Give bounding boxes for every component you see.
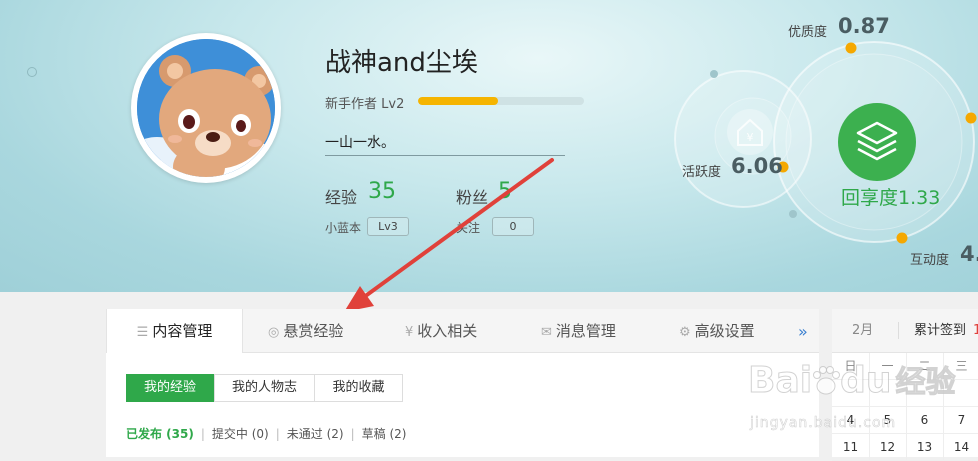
weekday-mon: 一 [869, 353, 907, 380]
tab-label: 消息管理 [555, 322, 616, 340]
motto[interactable]: 一山一水。 [325, 132, 395, 152]
tab-content-management[interactable]: ☰ 内容管理 [106, 309, 243, 353]
gear-icon: ⚙ [679, 325, 691, 340]
reward-icon: ◎ [268, 325, 280, 340]
divider: | [200, 427, 205, 441]
calendar-day [943, 380, 978, 407]
tab-label: 高级设置 [694, 322, 755, 340]
quality-label: 优质度 [788, 25, 828, 40]
avatar[interactable] [131, 33, 281, 183]
tab-reward-experience[interactable]: ◎ 悬赏经验 [268, 309, 343, 352]
signin-calendar: 2月 累计签到 1 日 一 二 三 4 5 6 7 11 12 13 14 [832, 309, 978, 461]
content-panel: ☰ 内容管理 ◎ 悬赏经验 ¥ 收入相关 ✉ 消息管理 ⚙ 高级设置 » 我的经验 我的人… [106, 309, 819, 457]
tab-advanced-settings[interactable]: ⚙ 高级设置 [679, 309, 755, 352]
divider [898, 322, 899, 339]
signin-count: 1 [973, 323, 978, 338]
weekday-wed: 三 [943, 353, 978, 380]
status-filters: 已发布 (35) | 提交中 (0) | 未通过 (2) | 草稿 (2) [126, 425, 406, 442]
calendar-day[interactable]: 6 [906, 407, 944, 434]
divider: | [275, 427, 280, 441]
more-tabs-icon[interactable]: » [798, 309, 808, 352]
signin-label: 累计签到 [914, 323, 967, 338]
calendar-day [869, 380, 907, 407]
filter-draft[interactable]: 草稿 (2) [362, 427, 407, 441]
calendar-day [832, 380, 870, 407]
filter-published[interactable]: 已发布 (35) [126, 427, 194, 441]
filter-submitting[interactable]: 提交中 (0) [212, 427, 269, 441]
tab-messages[interactable]: ✉ 消息管理 [541, 309, 616, 352]
yen-icon: ¥ [405, 325, 414, 340]
tab-label: 悬赏经验 [283, 322, 344, 340]
divider: | [350, 427, 355, 441]
decorative-dot [27, 67, 37, 77]
tab-label: 收入相关 [417, 322, 478, 340]
svg-text:¥: ¥ [747, 131, 754, 144]
profile-header: 战神and尘埃 新手作者 Lv2 一山一水。 经验 35 粉丝 5 小蓝本 Lv… [0, 0, 978, 312]
mail-icon: ✉ [541, 325, 552, 340]
home-icon: ¥ [727, 109, 773, 155]
weekday-tue: 二 [906, 353, 944, 380]
tab-income[interactable]: ¥ 收入相关 [405, 309, 477, 352]
calendar-day[interactable]: 5 [869, 407, 907, 434]
weekday-sun: 日 [832, 353, 870, 380]
quality-value: 0.87 [838, 14, 890, 38]
username: 战神and尘埃 [325, 48, 478, 78]
level-progress-bar [418, 97, 584, 105]
list-icon: ☰ [136, 325, 149, 340]
activity-value: 6.06 [731, 154, 783, 178]
filter-rejected[interactable]: 未通过 (2) [287, 427, 344, 441]
layers-icon[interactable] [838, 103, 916, 181]
calendar-header: 2月 累计签到 1 [832, 309, 978, 353]
calendar-day [906, 380, 944, 407]
red-arrow-annotation [344, 158, 554, 312]
reward-label: 回享度 [841, 187, 899, 209]
activity-label: 活跃度 [682, 165, 722, 180]
author-level: 新手作者 Lv2 [325, 97, 405, 112]
calendar-month[interactable]: 2月 [852, 309, 873, 352]
bear-avatar-image [137, 39, 275, 177]
calendar-day[interactable]: 7 [943, 407, 978, 434]
subtab-my-profiles[interactable]: 我的人物志 [214, 374, 315, 402]
reward-value: 1.33 [898, 187, 941, 209]
interaction-value: 4. [960, 242, 978, 266]
reward-metric: 回享度1.33 [841, 183, 940, 210]
tab-bar: ☰ 内容管理 ◎ 悬赏经验 ¥ 收入相关 ✉ 消息管理 ⚙ 高级设置 » [106, 309, 819, 353]
level-progress-fill [418, 97, 498, 105]
tab-label: 内容管理 [152, 322, 213, 340]
calendar-day[interactable]: 4 [832, 407, 870, 434]
subtab-my-experience[interactable]: 我的经验 [126, 374, 214, 402]
interaction-label: 互动度 [910, 253, 950, 268]
subtab-my-favorites[interactable]: 我的收藏 [314, 374, 403, 402]
